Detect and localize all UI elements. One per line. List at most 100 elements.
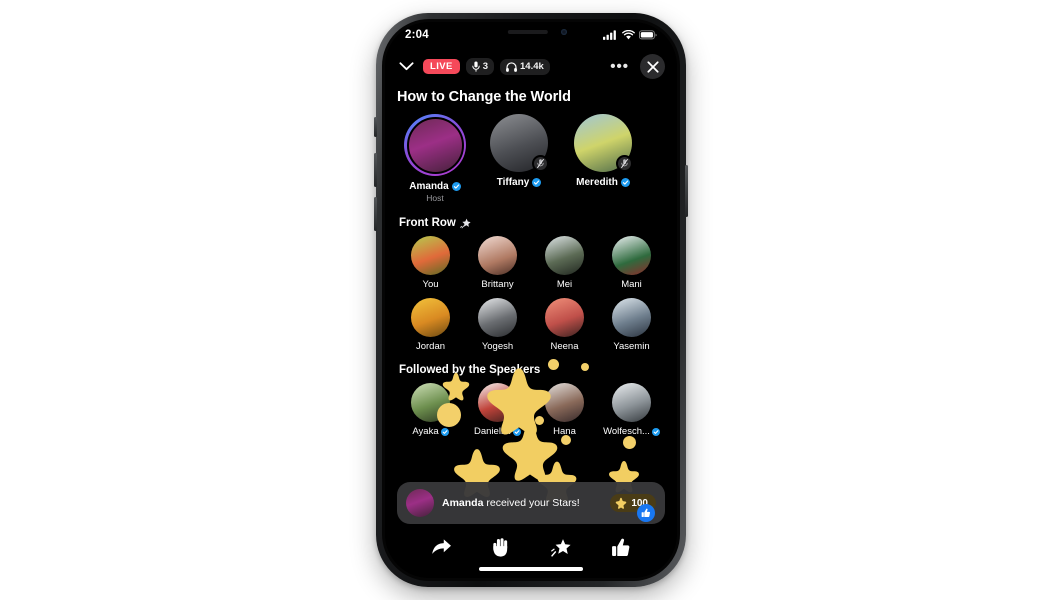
- mute-switch[interactable]: [374, 117, 377, 137]
- speaker-name: Amanda: [409, 181, 449, 192]
- member-avatar-wrap[interactable]: [545, 383, 584, 422]
- member-avatar-wrap[interactable]: [612, 383, 651, 422]
- member-name-row: Wolfesch...: [598, 426, 665, 437]
- followed-by-heading: Followed by the Speakers: [395, 352, 667, 376]
- member-name: Wolfesch...: [603, 426, 650, 437]
- speaker-avatar-wrap[interactable]: [490, 114, 549, 172]
- avatar: [478, 298, 517, 337]
- member-name-row: Daniell...: [464, 426, 531, 437]
- listener-count-value: 14.4k: [520, 60, 544, 72]
- member-avatar-wrap[interactable]: [612, 298, 651, 337]
- speaker-name: Meredith: [576, 177, 618, 188]
- avatar: [612, 383, 651, 422]
- front-row-member[interactable]: Yogesh: [464, 298, 531, 352]
- volume-down-button[interactable]: [374, 197, 377, 231]
- avatar: [545, 236, 584, 275]
- member-avatar-wrap[interactable]: [478, 298, 517, 337]
- followed-by-member[interactable]: Ayaka: [397, 383, 464, 437]
- member-name-row: Yogesh: [464, 341, 531, 352]
- star-icon: [551, 538, 571, 557]
- raised-hand-icon: [493, 538, 508, 557]
- volume-up-button[interactable]: [374, 153, 377, 187]
- status-bar: 2:04: [385, 22, 677, 48]
- member-avatar-wrap[interactable]: [411, 383, 450, 422]
- front-row-grid: You Brittany Mei Mani Jordan Yogesh Neen…: [395, 229, 667, 352]
- member-name: Jordan: [415, 341, 446, 352]
- avatar: [545, 383, 584, 422]
- followed-by-member[interactable]: Daniell...: [464, 383, 531, 437]
- like-button[interactable]: [606, 534, 636, 560]
- speaker-avatar-wrap[interactable]: [574, 114, 633, 172]
- stars-received-toast[interactable]: Amanda received your Stars! 100: [397, 482, 665, 524]
- speaker-card[interactable]: Meredith: [565, 114, 641, 203]
- front-row-member[interactable]: Mei: [531, 236, 598, 290]
- member-name: You: [422, 279, 439, 290]
- power-button[interactable]: [685, 165, 688, 217]
- member-avatar-wrap[interactable]: [478, 383, 517, 422]
- phone-device-frame: 2:04 LIVE 3 14.4k ••• How to Change the …: [374, 13, 688, 587]
- member-name: Mei: [556, 279, 573, 290]
- member-avatar-wrap[interactable]: [411, 236, 450, 275]
- sparkle-star-icon: [460, 218, 471, 228]
- avatar: [411, 298, 450, 337]
- close-icon: [646, 60, 659, 73]
- front-row-member[interactable]: You: [397, 236, 464, 290]
- verified-badge-icon: [512, 427, 521, 436]
- muted-mic-badge: [532, 155, 549, 172]
- member-avatar-wrap[interactable]: [545, 236, 584, 275]
- front-row-member[interactable]: Brittany: [464, 236, 531, 290]
- muted-mic-badge: [616, 155, 633, 172]
- front-row-member[interactable]: Yasemin: [598, 298, 665, 352]
- member-name: Yogesh: [481, 341, 514, 352]
- member-name-row: Neena: [531, 341, 598, 352]
- avatar: [612, 298, 651, 337]
- raise-hand-button[interactable]: [486, 534, 516, 560]
- verified-badge-icon: [451, 182, 461, 191]
- status-time: 2:04: [405, 29, 429, 41]
- front-row-heading: Front Row: [395, 205, 667, 229]
- speaker-count-pill: 3: [465, 58, 495, 75]
- verified-badge-icon: [440, 427, 449, 436]
- member-avatar-wrap[interactable]: [411, 298, 450, 337]
- member-avatar-wrap[interactable]: [545, 298, 584, 337]
- phone-screen: 2:04 LIVE 3 14.4k ••• How to Change the …: [385, 22, 677, 578]
- member-name: Hana: [553, 426, 576, 437]
- screenshot-canvas: 2:04 LIVE 3 14.4k ••• How to Change the …: [0, 0, 1063, 600]
- home-indicator: [479, 567, 583, 571]
- send-star-button[interactable]: [546, 534, 576, 560]
- status-indicators: [603, 30, 657, 40]
- member-name-row: Ayaka: [397, 426, 464, 437]
- front-row-member[interactable]: Mani: [598, 236, 665, 290]
- followed-by-label: Followed by the Speakers: [399, 364, 541, 376]
- front-row-member[interactable]: Jordan: [397, 298, 464, 352]
- member-name: Yasemin: [613, 341, 650, 352]
- member-avatar-wrap[interactable]: [478, 236, 517, 275]
- speaker-card-host[interactable]: Amanda Host: [397, 114, 473, 203]
- microphone-muted-icon: [621, 159, 628, 168]
- followed-by-member[interactable]: Wolfesch...: [598, 383, 665, 437]
- speaker-card[interactable]: Tiffany: [481, 114, 557, 203]
- followed-by-member[interactable]: Hana: [531, 383, 598, 437]
- collapse-room-button[interactable]: [395, 56, 417, 78]
- share-button[interactable]: [426, 534, 456, 560]
- member-avatar-wrap[interactable]: [612, 236, 651, 275]
- avatar: [411, 236, 450, 275]
- speakers-row: Amanda Host Tiffany Meredith: [395, 105, 667, 205]
- speaker-role: Host: [426, 193, 444, 203]
- avatar: [478, 383, 517, 422]
- more-options-button[interactable]: •••: [605, 59, 634, 74]
- followed-by-grid: Ayaka Daniell... Hana Wolfesch...: [395, 376, 667, 437]
- speaker-avatar-wrap[interactable]: [404, 114, 466, 176]
- member-name-row: Mei: [531, 279, 598, 290]
- like-count-badge: [637, 504, 655, 522]
- member-name-row: Yasemin: [598, 341, 665, 352]
- toast-message-text: received your Stars!: [483, 497, 580, 509]
- headphones-icon: [506, 61, 517, 72]
- front-row-member[interactable]: Neena: [531, 298, 598, 352]
- member-name: Mani: [621, 279, 642, 290]
- verified-badge-icon: [620, 178, 630, 187]
- avatar: [612, 236, 651, 275]
- battery-icon: [639, 30, 657, 40]
- close-room-button[interactable]: [640, 54, 665, 79]
- avatar: [411, 383, 450, 422]
